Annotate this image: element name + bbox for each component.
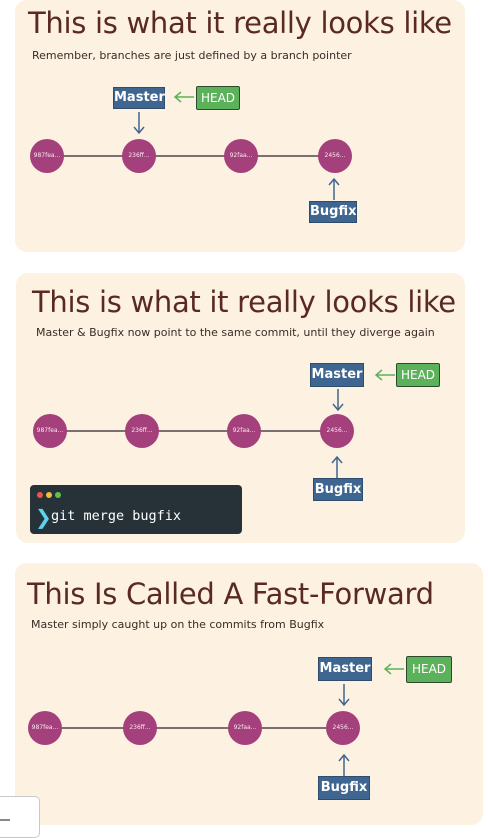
arrow-up-icon — [338, 753, 350, 776]
commit-node: 92faa... — [227, 414, 261, 448]
commit-node: 92faa... — [228, 711, 262, 745]
commit-line — [50, 430, 340, 432]
terminal-command: git merge bugfix — [51, 508, 182, 524]
commit-line — [47, 155, 337, 157]
master-branch-tag: Master — [113, 87, 165, 109]
slide-title: This is what it really looks like — [28, 6, 452, 40]
arrow-left-icon — [173, 91, 194, 103]
arrow-up-icon — [328, 177, 340, 200]
head-pointer-tag: HEAD — [196, 86, 240, 110]
head-pointer-tag: HEAD — [406, 656, 452, 683]
bugfix-branch-tag: Bugfix — [313, 478, 363, 501]
maximize-dot — [55, 492, 61, 498]
minimize-dot — [46, 492, 52, 498]
corner-widget[interactable] — [0, 796, 40, 838]
slide-1: This is what it really looks like Rememb… — [15, 0, 465, 252]
bugfix-branch-tag: Bugfix — [318, 776, 370, 800]
slide-2: This is what it really looks like Master… — [16, 273, 465, 543]
commit-node: 987fea... — [33, 414, 67, 448]
commit-line — [45, 727, 345, 729]
commit-node: 2456... — [318, 139, 352, 173]
commit-node: 987fea... — [30, 139, 64, 173]
arrow-down-icon — [133, 112, 145, 135]
chevron-right-icon: ❯ — [35, 505, 52, 529]
head-pointer-tag: HEAD — [396, 363, 440, 387]
arrow-left-icon — [383, 663, 404, 675]
slide-title: This Is Called A Fast-Forward — [27, 577, 434, 611]
arrow-down-icon — [332, 389, 344, 412]
slide-title: This is what it really looks like — [32, 285, 456, 319]
master-branch-tag: Master — [310, 363, 364, 387]
commit-node: 236ff... — [125, 414, 159, 448]
arrow-left-icon — [374, 369, 395, 381]
slide-subtitle: Master & Bugfix now point to the same co… — [36, 326, 435, 339]
slide-subtitle: Master simply caught up on the commits f… — [31, 618, 325, 631]
commit-node: 987fea... — [28, 711, 62, 745]
commit-node: 236ff... — [123, 711, 157, 745]
arrow-up-icon — [331, 455, 343, 478]
commit-node: 236ff... — [122, 139, 156, 173]
close-dot — [37, 492, 43, 498]
master-branch-tag: Master — [318, 657, 372, 681]
commit-node: 92faa... — [224, 139, 258, 173]
commit-node: 2456... — [320, 414, 354, 448]
arrow-down-icon — [338, 684, 350, 707]
slide-3: This Is Called A Fast-Forward Master sim… — [15, 563, 483, 825]
menu-icon[interactable] — [0, 819, 10, 821]
terminal-window: ❯ git merge bugfix — [30, 485, 242, 534]
slide-subtitle: Remember, branches are just defined by a… — [32, 49, 352, 62]
commit-node: 2456... — [326, 711, 360, 745]
bugfix-branch-tag: Bugfix — [309, 201, 357, 223]
